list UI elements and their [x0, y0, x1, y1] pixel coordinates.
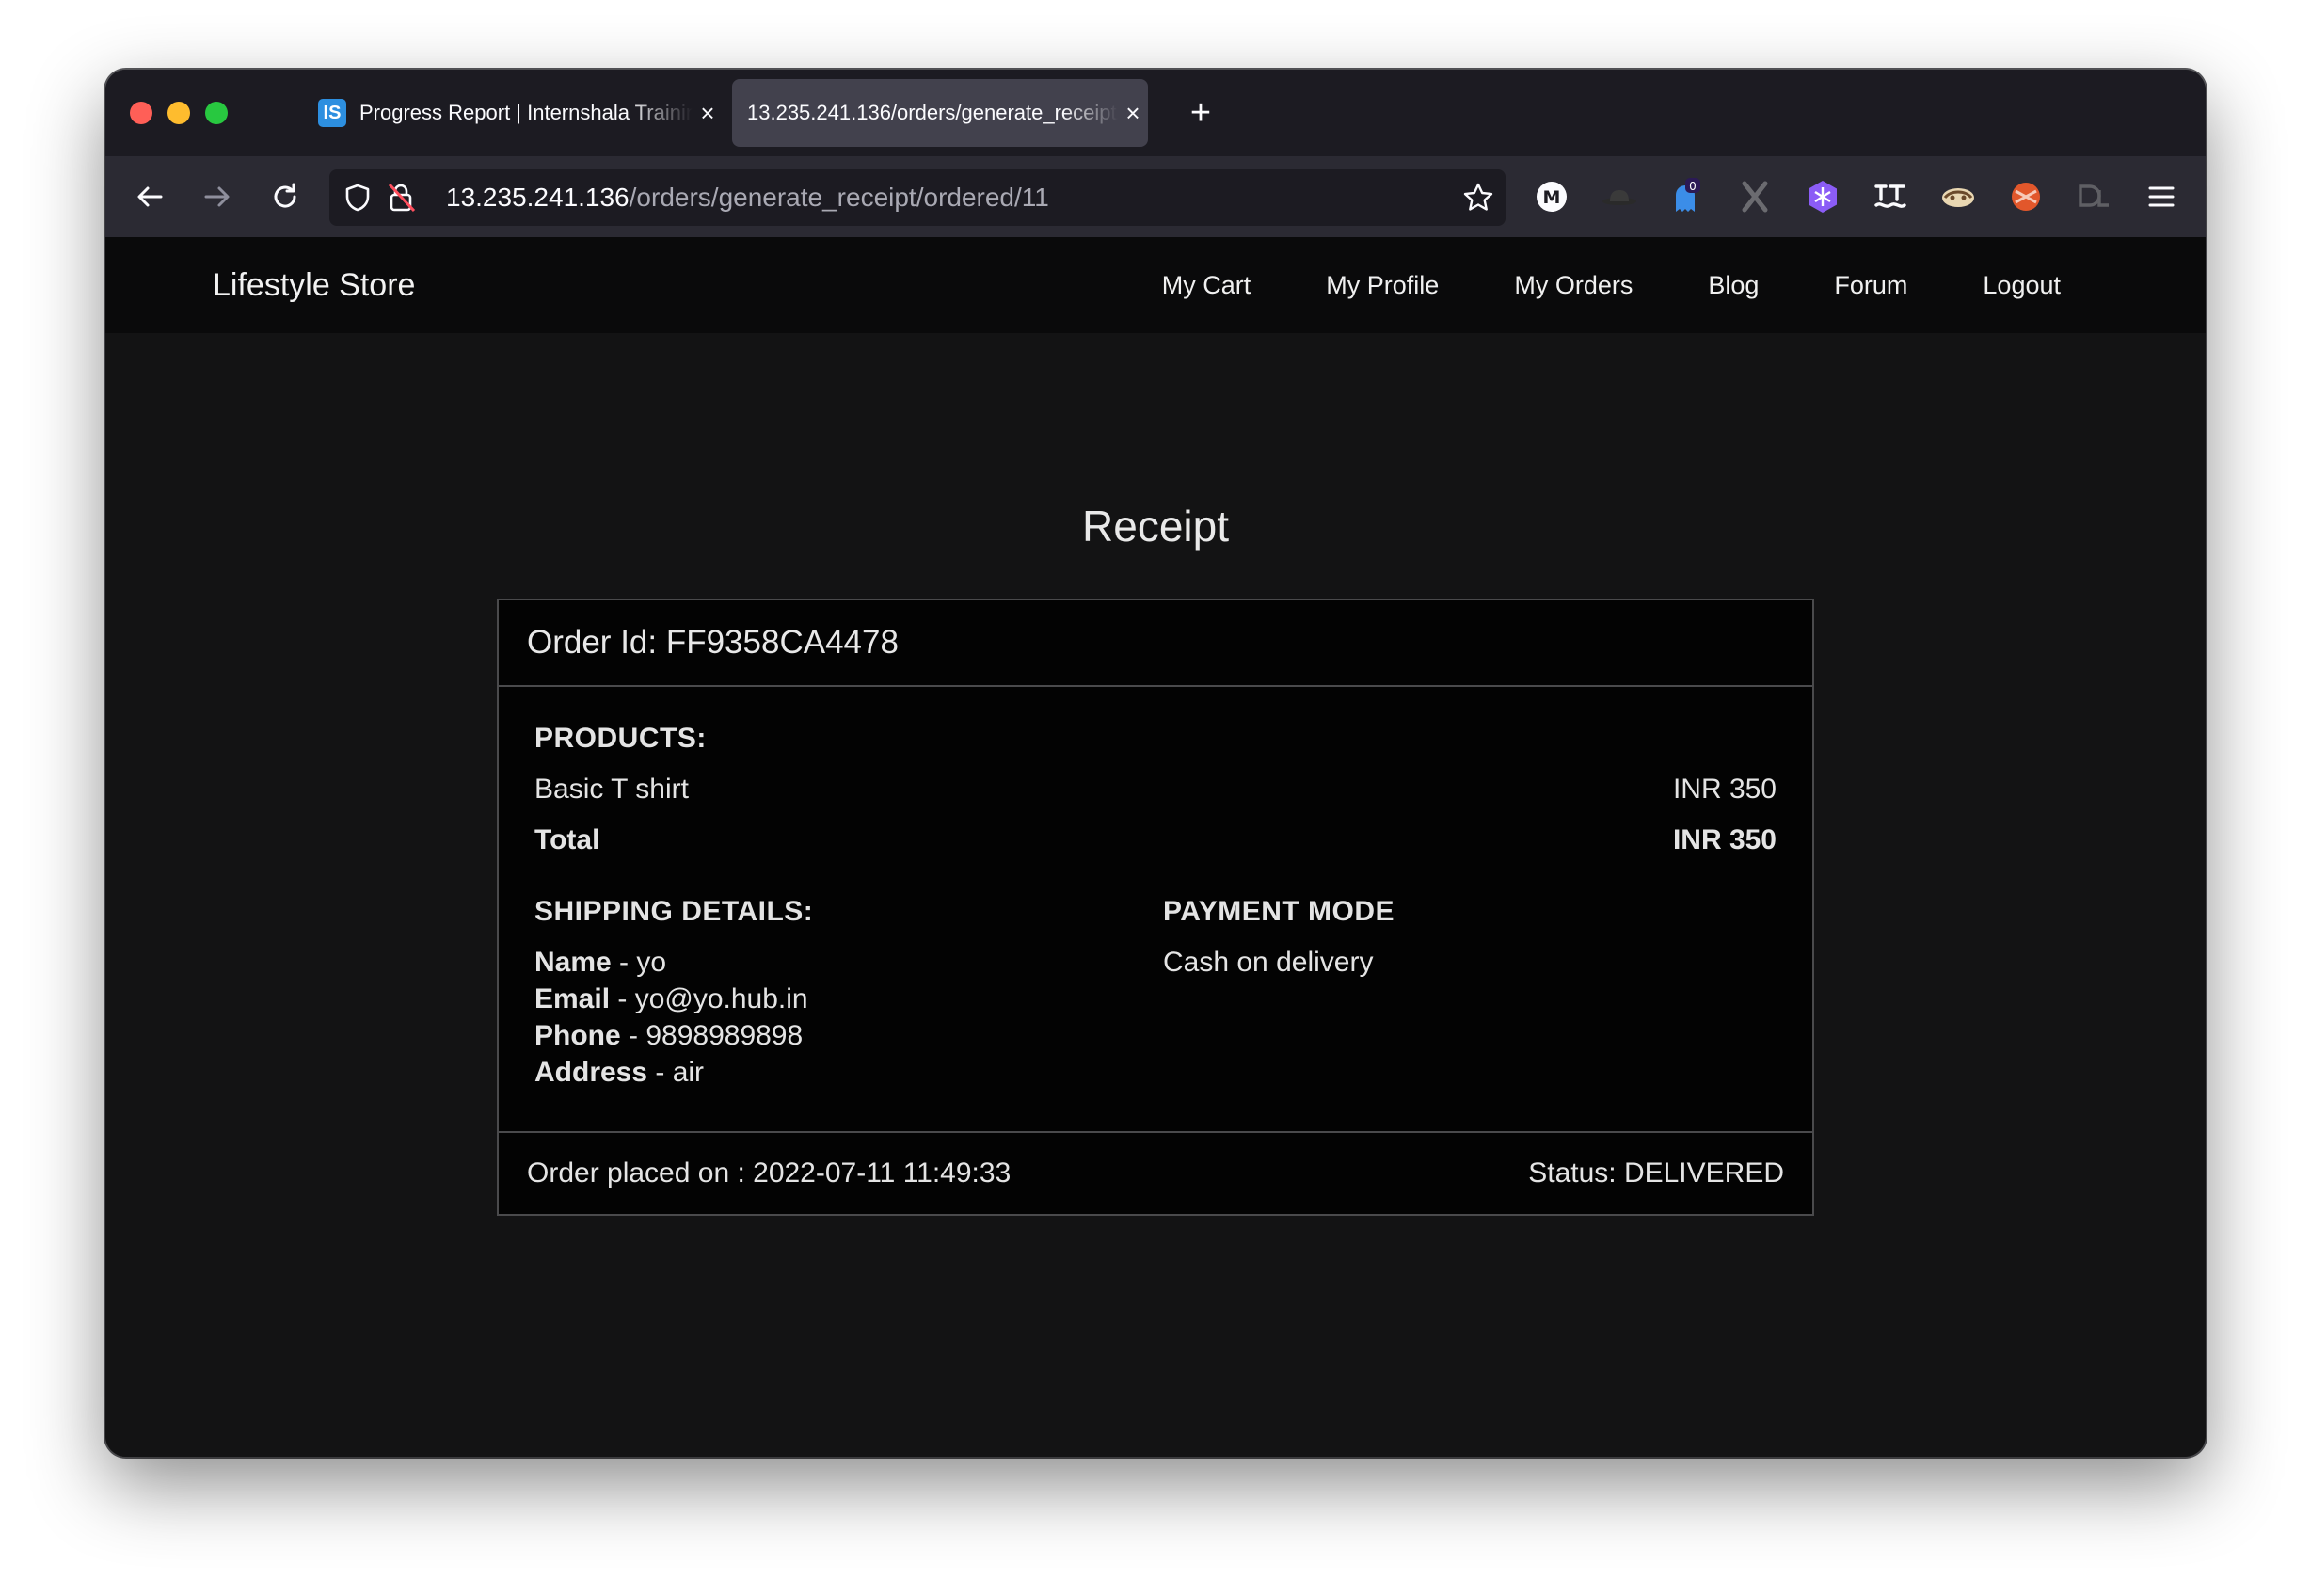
browser-window: IS Progress Report | Internshala Trainin… — [105, 70, 2206, 1457]
name-value: - yo — [611, 947, 667, 978]
menu-hamburger-icon[interactable] — [2140, 175, 2183, 218]
receipt-body: PRODUCTS: Basic T shirt INR 350 Total IN… — [499, 687, 1812, 1131]
new-tab-button[interactable]: + — [1174, 87, 1227, 139]
shipping-name: Name - yo — [534, 947, 666, 979]
forward-arrow-icon — [204, 186, 230, 207]
email-label: Email — [534, 983, 611, 1014]
tab-title: Progress Report | Internshala Trainings — [359, 101, 693, 124]
shipping-title: SHIPPING DETAILS: — [534, 896, 814, 927]
address-bar[interactable]: 13.235.241.136/orders/generate_receipt/o… — [329, 169, 1506, 226]
cookie-editor-extension-icon[interactable] — [1936, 175, 1980, 218]
nav-logout[interactable]: Logout — [1983, 271, 2061, 300]
nav-forum[interactable]: Forum — [1834, 271, 1907, 300]
order-placed-on: Order placed on : 2022-07-11 11:49:33 — [527, 1157, 1012, 1189]
page-content: Lifestyle Store My Cart My Profile My Or… — [105, 237, 2206, 1457]
reload-button[interactable] — [262, 173, 309, 220]
nav-blog[interactable]: Blog — [1708, 271, 1759, 300]
bookmark-star-icon[interactable] — [1462, 182, 1494, 214]
order-id: Order Id: FF9358CA4478 — [499, 600, 1812, 687]
close-window-button[interactable] — [130, 102, 152, 124]
nav-my-profile[interactable]: My Profile — [1326, 271, 1439, 300]
maximize-window-button[interactable] — [205, 102, 228, 124]
extension-badge: 0 — [1689, 180, 1697, 193]
minimize-window-button[interactable] — [167, 102, 190, 124]
total-label: Total — [534, 824, 600, 855]
tab-bar: IS Progress Report | Internshala Trainin… — [105, 70, 2206, 156]
product-name: Basic T shirt — [534, 774, 689, 805]
back-button[interactable] — [126, 173, 173, 220]
ghostery-extension-icon[interactable]: 0 — [1666, 175, 1709, 218]
product-price: INR 350 — [1672, 774, 1777, 805]
browser-toolbar: 13.235.241.136/orders/generate_receipt/o… — [105, 156, 2206, 237]
url-host: 13.235.241.136 — [446, 183, 630, 212]
tab-progress-report[interactable]: IS Progress Report | Internshala Trainin… — [318, 79, 723, 147]
name-label: Name — [534, 947, 612, 978]
shipping-phone: Phone - 9898989898 — [534, 1020, 803, 1052]
address-value: - air — [647, 1057, 705, 1088]
shield-icon[interactable] — [343, 183, 373, 213]
forward-button[interactable] — [194, 173, 241, 220]
shipping-email: Email - yo@yo.hub.in — [534, 983, 808, 1015]
disabled-extension-icon[interactable] — [2072, 175, 2115, 218]
medium-extension-icon[interactable]: M — [1530, 175, 1573, 218]
receipt-footer: Order placed on : 2022-07-11 11:49:33 St… — [499, 1131, 1812, 1214]
close-tab-icon[interactable]: × — [1118, 99, 1148, 128]
nav-my-cart[interactable]: My Cart — [1162, 271, 1251, 300]
page-title: Receipt — [1082, 502, 1229, 551]
snowflake-extension-icon[interactable] — [1801, 175, 1844, 218]
phone-label: Phone — [534, 1020, 621, 1051]
tab-receipt[interactable]: 13.235.241.136/orders/generate_receipt/o… — [732, 79, 1148, 147]
x-extension-icon[interactable] — [1733, 175, 1777, 218]
phone-value: - 9898989898 — [620, 1020, 804, 1051]
shipping-address: Address - air — [534, 1057, 704, 1089]
back-arrow-icon — [137, 186, 163, 207]
close-tab-icon[interactable]: × — [693, 99, 723, 128]
reload-icon — [274, 183, 296, 208]
brand-logo[interactable]: Lifestyle Store — [213, 237, 415, 333]
receipt-card: Order Id: FF9358CA4478 PRODUCTS: Basic T… — [497, 598, 1814, 1216]
wappalyzer-extension-icon[interactable] — [1869, 175, 1912, 218]
payment-title: PAYMENT MODE — [1163, 896, 1395, 927]
insecure-lock-icon[interactable] — [386, 181, 418, 215]
address-label: Address — [534, 1057, 648, 1088]
nav-links: My Cart My Profile My Orders Blog Forum … — [1162, 237, 2061, 333]
nav-my-orders[interactable]: My Orders — [1514, 271, 1633, 300]
url-text[interactable]: 13.235.241.136/orders/generate_receipt/o… — [446, 169, 1049, 226]
order-status: Status: DELIVERED — [1528, 1157, 1784, 1189]
tab-title: 13.235.241.136/orders/generate_receipt/o… — [747, 101, 1118, 124]
products-title: PRODUCTS: — [534, 723, 707, 754]
incognito-hat-extension-icon[interactable] — [1598, 175, 1641, 218]
svg-text:M: M — [1543, 187, 1561, 208]
payment-mode: Cash on delivery — [1163, 947, 1374, 978]
site-navbar: Lifestyle Store My Cart My Profile My Or… — [105, 237, 2206, 333]
total-value: INR 350 — [1672, 824, 1777, 855]
email-value: - yo@yo.hub.in — [610, 983, 808, 1014]
internshala-favicon-icon: IS — [318, 99, 346, 127]
hackbar-extension-icon[interactable] — [2004, 175, 2048, 218]
url-path: /orders/generate_receipt/ordered/11 — [629, 183, 1049, 212]
